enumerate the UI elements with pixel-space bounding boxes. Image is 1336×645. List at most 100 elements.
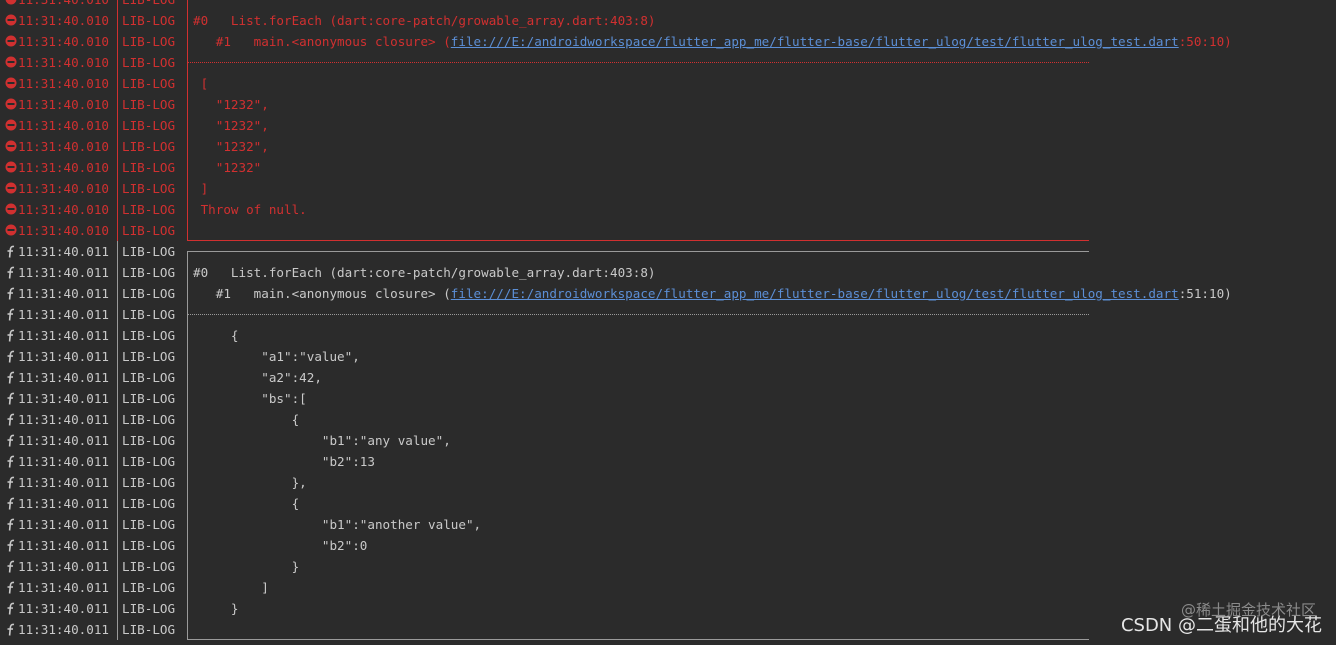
- log-message: {: [193, 493, 300, 514]
- log-message-text: "1232",: [193, 97, 269, 112]
- box-border-bottom: [188, 639, 1089, 640]
- wtf-log-icon: [5, 598, 17, 619]
- box-border-left: [187, 178, 188, 199]
- log-message: "1232",: [193, 115, 269, 136]
- log-tag: LIB-LOG: [122, 475, 176, 490]
- log-timestamp: 11:31:40.010: [18, 139, 109, 154]
- log-timestamp: 11:31:40.010: [18, 13, 109, 28]
- log-tag: LIB-LOG: [122, 412, 176, 427]
- log-tag: LIB-LOG: [122, 139, 176, 154]
- log-message: #1 main.<anonymous closure> (file:///E:/…: [193, 283, 1232, 304]
- wtf-log-icon: [5, 325, 17, 346]
- log-tag: LIB-LOG: [122, 55, 176, 70]
- log-line: 11:31:40.011 LIB-LOG ]: [0, 577, 1336, 598]
- column-divider: [117, 325, 118, 346]
- wtf-log-icon: [5, 430, 17, 451]
- log-line: 11:31:40.011 LIB-LOG: [0, 304, 1336, 325]
- wtf-log-icon: [5, 304, 17, 325]
- column-divider: [117, 283, 118, 304]
- log-line: 11:31:40.010 LIB-LOG: [0, 52, 1336, 73]
- box-border-left: [187, 514, 188, 535]
- wtf-log-icon: [5, 493, 17, 514]
- log-tag: LIB-LOG: [122, 223, 176, 238]
- log-line: 11:31:40.011 LIB-LOG }: [0, 556, 1336, 577]
- box-border-left: [187, 0, 188, 10]
- log-timestamp: 11:31:40.010: [18, 118, 109, 133]
- log-timestamp: 11:31:40.010: [18, 181, 109, 196]
- log-tag: LIB-LOG: [122, 160, 176, 175]
- log-message-text: ]: [193, 181, 209, 196]
- box-border-left: [187, 430, 188, 451]
- log-message: "1232",: [193, 94, 269, 115]
- log-tag: LIB-LOG: [122, 286, 176, 301]
- column-divider: [117, 31, 118, 52]
- wtf-log-icon: [5, 283, 17, 304]
- log-line: 11:31:40.010 LIB-LOG: [0, 0, 1336, 10]
- log-message-text: {: [193, 496, 300, 511]
- log-message-text: }: [193, 601, 239, 616]
- log-line: 11:31:40.011 LIB-LOG {: [0, 409, 1336, 430]
- log-timestamp: 11:31:40.011: [18, 517, 109, 532]
- log-message-text: #1 main.<anonymous closure> (: [193, 34, 451, 49]
- box-border-left: [187, 409, 188, 430]
- log-tag: LIB-LOG: [122, 538, 176, 553]
- log-line: 11:31:40.011 LIB-LOG {: [0, 493, 1336, 514]
- error-circle-icon: [5, 94, 17, 115]
- box-border-left: [187, 556, 188, 577]
- log-tag: LIB-LOG: [122, 76, 176, 91]
- column-divider: [117, 430, 118, 451]
- column-divider: [117, 0, 118, 10]
- column-divider: [117, 52, 118, 73]
- log-line: 11:31:40.010 LIB-LOG ]: [0, 178, 1336, 199]
- log-lines: 11:31:40.010 LIB-LOG 11:31:40.010 LIB-LOG #0…: [0, 0, 1336, 640]
- log-timestamp: 11:31:40.011: [18, 496, 109, 511]
- box-border-left: [187, 346, 188, 367]
- log-message-suffix: :51:10): [1178, 286, 1232, 301]
- file-link[interactable]: file:///E:/androidworkspace/flutter_app_…: [451, 34, 1179, 49]
- log-tag: LIB-LOG: [122, 517, 176, 532]
- log-message-suffix: :50:10): [1178, 34, 1232, 49]
- column-divider: [117, 556, 118, 577]
- log-message: "bs":[: [193, 388, 307, 409]
- box-border-left: [187, 31, 188, 52]
- column-divider: [117, 493, 118, 514]
- log-message: Throw of null.: [193, 199, 307, 220]
- column-divider: [117, 619, 118, 640]
- box-border-left: [187, 325, 188, 346]
- log-message-text: "1232",: [193, 139, 269, 154]
- log-line: 11:31:40.010 LIB-LOG Throw of null.: [0, 199, 1336, 220]
- log-message: "b2":0: [193, 535, 368, 556]
- wtf-log-icon: [5, 514, 17, 535]
- error-circle-icon: [5, 52, 17, 73]
- log-timestamp: 11:31:40.011: [18, 349, 109, 364]
- error-circle-icon: [5, 0, 17, 10]
- column-divider: [117, 94, 118, 115]
- log-timestamp: 11:31:40.011: [18, 307, 109, 322]
- box-border-left: [187, 136, 188, 157]
- log-message-text: Throw of null.: [193, 202, 307, 217]
- box-border-left: [187, 283, 188, 304]
- log-line: 11:31:40.010 LIB-LOG "1232",: [0, 115, 1336, 136]
- wtf-log-icon: [5, 262, 17, 283]
- log-message-text: #1 main.<anonymous closure> (: [193, 286, 451, 301]
- wtf-log-icon: [5, 346, 17, 367]
- column-divider: [117, 199, 118, 220]
- log-timestamp: 11:31:40.011: [18, 265, 109, 280]
- column-divider: [117, 304, 118, 325]
- log-line: 11:31:40.011 LIB-LOG: [0, 241, 1336, 262]
- log-line: 11:31:40.010 LIB-LOG #1 main.<anonymous c…: [0, 31, 1336, 52]
- box-border-left: [187, 251, 188, 262]
- log-message-text: "1232",: [193, 118, 269, 133]
- log-message: "b2":13: [193, 451, 375, 472]
- column-divider: [117, 472, 118, 493]
- file-link[interactable]: file:///E:/androidworkspace/flutter_app_…: [451, 286, 1179, 301]
- box-border-left: [187, 157, 188, 178]
- log-tag: LIB-LOG: [122, 559, 176, 574]
- box-border-left: [187, 493, 188, 514]
- log-tag: LIB-LOG: [122, 454, 176, 469]
- log-line: 11:31:40.011 LIB-LOG "bs":[: [0, 388, 1336, 409]
- log-message-text: ]: [193, 580, 269, 595]
- log-line: 11:31:40.011 LIB-LOG "b2":0: [0, 535, 1336, 556]
- log-tag: LIB-LOG: [122, 391, 176, 406]
- log-timestamp: 11:31:40.011: [18, 286, 109, 301]
